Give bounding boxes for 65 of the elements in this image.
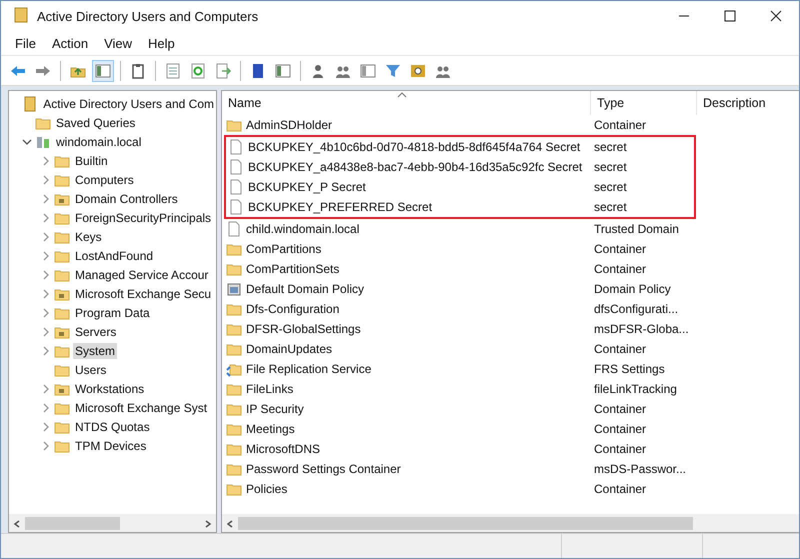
type-cell-text: dfsConfigurati... xyxy=(593,302,680,316)
tree-item[interactable]: Servers xyxy=(73,324,118,340)
name-cell[interactable]: AdminSDHolder xyxy=(246,118,332,132)
name-cell[interactable]: BCKUPKEY_P Secret xyxy=(248,180,366,194)
name-cell[interactable]: Password Settings Container xyxy=(246,462,401,476)
menu-item[interactable]: File xyxy=(9,34,42,52)
type-cell-text: FRS Settings xyxy=(593,362,666,376)
window-title: Active Directory Users and Computers xyxy=(37,8,260,24)
tree-item[interactable]: TPM Devices xyxy=(73,438,148,454)
tree-item[interactable]: Active Directory Users and Com xyxy=(41,96,216,112)
name-cell[interactable]: Meetings xyxy=(246,422,295,436)
name-cell[interactable]: DFSR-GlobalSettings xyxy=(246,322,361,336)
column-header[interactable]: Description xyxy=(696,91,786,115)
name-cell[interactable]: ComPartitionSets xyxy=(246,262,340,276)
name-cell[interactable]: Default Domain Policy xyxy=(246,282,364,296)
tree-item[interactable]: Microsoft Exchange Syst xyxy=(73,400,210,416)
name-cell[interactable]: Dfs-Configuration xyxy=(246,302,340,316)
type-cell-text: msDFSR-Globa... xyxy=(593,322,690,336)
menu-item[interactable]: Help xyxy=(142,34,181,52)
tree-item[interactable]: Domain Controllers xyxy=(73,190,180,206)
tree-item[interactable]: Users xyxy=(73,362,108,378)
name-cell[interactable]: Policies xyxy=(246,482,288,496)
tree-item[interactable]: System xyxy=(73,342,118,358)
type-cell-text: Container xyxy=(593,262,648,276)
type-cell-text: Container xyxy=(593,242,648,256)
tree-item[interactable]: Saved Queries xyxy=(54,114,138,130)
type-cell-text: Trusted Domain xyxy=(593,222,680,236)
tree-item[interactable]: Workstations xyxy=(73,380,146,396)
type-cell-text: secret xyxy=(593,140,628,154)
type-cell-text: Container xyxy=(593,342,648,356)
type-cell-text: secret xyxy=(593,160,628,174)
type-cell-text: Container xyxy=(593,442,648,456)
type-cell-text: secret xyxy=(593,180,628,194)
tree-item[interactable]: LostAndFound xyxy=(73,248,156,264)
type-cell-text: secret xyxy=(593,200,628,214)
tree-item[interactable]: ForeignSecurityPrincipals xyxy=(73,210,214,226)
name-cell[interactable]: File Replication Service xyxy=(246,362,372,376)
type-cell-text: Container xyxy=(593,402,648,416)
tree-item[interactable]: Keys xyxy=(73,228,104,244)
type-cell-text: msDS-Passwor... xyxy=(593,462,688,476)
name-cell[interactable]: MicrosoftDNS xyxy=(246,442,320,456)
tree-item[interactable]: NTDS Quotas xyxy=(73,418,152,434)
type-cell-text: Domain Policy xyxy=(593,282,672,296)
tree-item[interactable]: windomain.local xyxy=(54,134,144,150)
tree-item[interactable]: Builtin xyxy=(73,152,110,168)
name-cell[interactable]: child.windomain.local xyxy=(246,222,360,236)
name-cell[interactable]: ComPartitions xyxy=(246,242,322,256)
type-cell-text: Container xyxy=(593,422,648,436)
type-cell-text: Container xyxy=(593,118,648,132)
column-header[interactable]: Type xyxy=(590,91,696,115)
tree-item[interactable]: Microsoft Exchange Secu xyxy=(73,286,214,302)
name-cell[interactable]: BCKUPKEY_4b10c6bd-0d70-4818-bdd5-8df645f4a764 Secret xyxy=(248,140,580,154)
tree-item[interactable]: Managed Service Accour xyxy=(73,266,210,282)
name-cell[interactable]: BCKUPKEY_a48438e8-bac7-4ebb-90b4-16d35a5c92fc Secret xyxy=(248,160,582,174)
type-cell-text: Container xyxy=(593,482,648,496)
name-cell[interactable]: BCKUPKEY_PREFERRED Secret xyxy=(248,200,432,214)
type-cell-text: fileLinkTracking xyxy=(593,382,678,396)
column-header[interactable]: Name xyxy=(222,91,590,115)
name-cell[interactable]: FileLinks xyxy=(246,382,294,396)
name-cell[interactable]: DomainUpdates xyxy=(246,342,332,356)
tree-item[interactable]: Computers xyxy=(73,172,136,188)
menu-item[interactable]: Action xyxy=(46,34,94,52)
menu-item[interactable]: View xyxy=(98,34,138,52)
name-cell[interactable]: IP Security xyxy=(246,402,304,416)
tree-item[interactable]: Program Data xyxy=(73,304,152,320)
